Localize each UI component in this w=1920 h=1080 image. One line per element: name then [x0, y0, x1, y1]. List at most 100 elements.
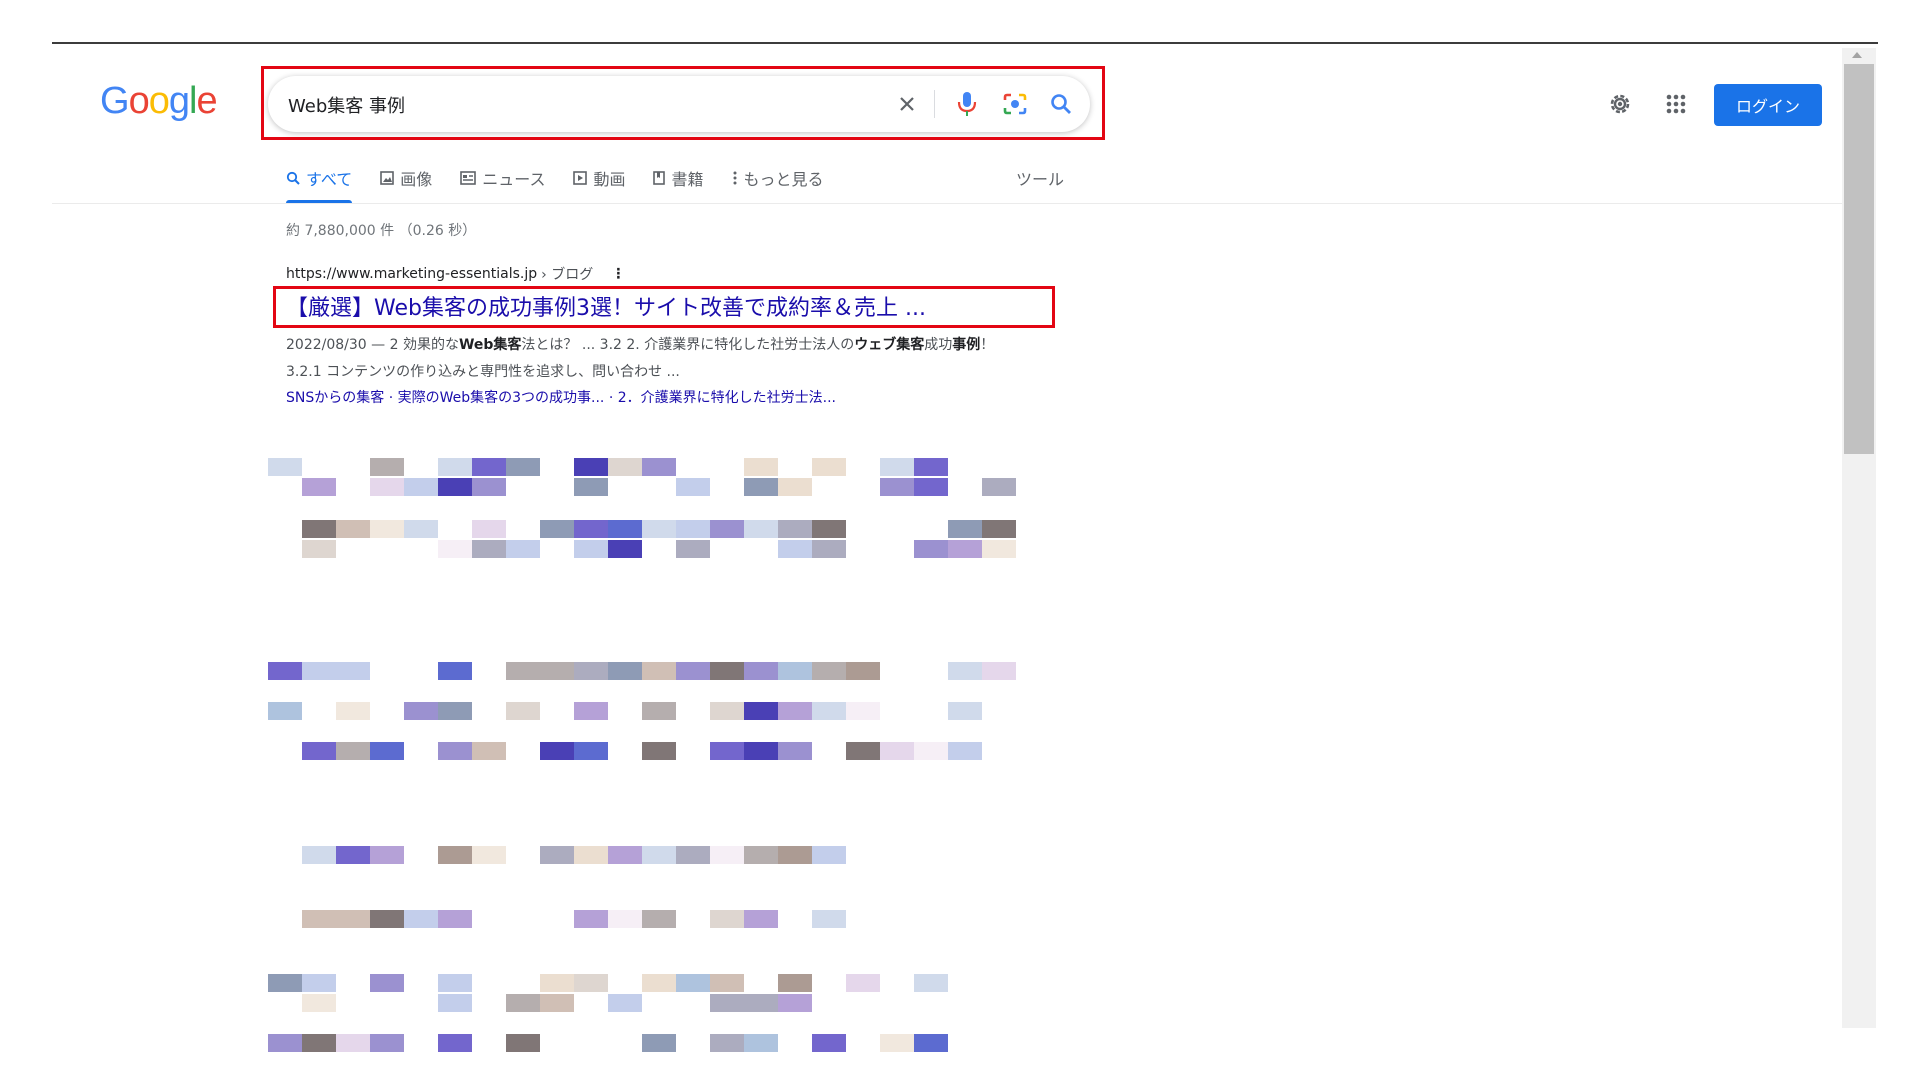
blurred-pixel — [540, 994, 574, 1012]
blurred-pixel — [302, 994, 336, 1012]
blurred-pixel — [438, 662, 472, 680]
blurred-pixel — [268, 458, 302, 476]
tab-images[interactable]: 画像 — [380, 164, 432, 192]
blurred-pixel — [710, 702, 744, 720]
blurred-pixel — [778, 540, 812, 558]
blurred-pixel — [336, 662, 370, 680]
window-top-border — [52, 42, 1878, 44]
blurred-pixel — [302, 662, 336, 680]
blurred-pixel — [472, 540, 506, 558]
blurred-pixel — [846, 478, 880, 496]
blurred-pixel — [778, 662, 812, 680]
blurred-pixel — [710, 846, 744, 864]
blurred-pixel — [642, 662, 676, 680]
blurred-pixel — [574, 974, 608, 992]
blurred-pixel — [914, 1034, 948, 1052]
blurred-pixel — [846, 742, 880, 760]
tab-videos[interactable]: 動画 — [573, 164, 625, 192]
blurred-pixel — [812, 910, 846, 928]
blurred-pixel — [404, 520, 438, 538]
blurred-pixel — [880, 1034, 914, 1052]
blurred-pixel — [438, 974, 472, 992]
blurred-pixel — [268, 662, 302, 680]
blurred-pixel — [948, 540, 982, 558]
blurred-pixel — [608, 662, 642, 680]
blurred-pixel — [812, 520, 846, 538]
blurred-pixel — [778, 702, 812, 720]
blurred-pixel — [574, 662, 608, 680]
blurred-pixel — [438, 1034, 472, 1052]
logo-letter: g — [168, 80, 190, 122]
gear-icon[interactable] — [1604, 88, 1636, 120]
result-menu-icon[interactable]: ⋮ — [611, 266, 625, 282]
logo-letter: e — [196, 80, 217, 122]
blurred-pixel — [268, 974, 302, 992]
blurred-pixel — [744, 458, 778, 476]
blurred-pixel — [778, 974, 812, 992]
blurred-pixel — [574, 702, 608, 720]
scroll-up-arrow[interactable] — [1852, 52, 1862, 58]
blurred-pixel — [574, 520, 608, 538]
blurred-pixel — [302, 846, 336, 864]
news-icon — [460, 171, 477, 185]
snippet-text: 法とは？ ... 3.2 2. 介護業界に特化した社労士法人の — [521, 337, 855, 353]
blurred-pixel — [948, 662, 982, 680]
blurred-pixel — [302, 1034, 336, 1052]
tab-books[interactable]: 書籍 — [653, 164, 704, 192]
blurred-pixel — [642, 1034, 676, 1052]
blurred-pixel — [744, 742, 778, 760]
blurred-pixel — [812, 1034, 846, 1052]
tab-news[interactable]: ニュース — [460, 164, 545, 192]
result-sitelinks[interactable]: SNSからの集客 · 実際のWeb集客の3つの成功事... · 2．介護業界に特… — [286, 386, 1006, 410]
blurred-pixel — [404, 478, 438, 496]
blurred-pixel — [370, 846, 404, 864]
snippet-keyword: 事例 — [952, 337, 981, 353]
blurred-pixel — [302, 702, 336, 720]
blurred-pixel — [744, 846, 778, 864]
blurred-pixel — [506, 662, 540, 680]
logo-letter: o — [128, 80, 150, 122]
blurred-pixel — [472, 1034, 506, 1052]
blurred-pixel — [744, 910, 778, 928]
blurred-pixel — [472, 846, 506, 864]
blurred-pixel — [676, 974, 710, 992]
blurred-pixel — [982, 662, 1016, 680]
blurred-pixel — [438, 540, 472, 558]
blurred-pixel — [744, 520, 778, 538]
blurred-pixel — [370, 458, 404, 476]
blurred-pixel — [404, 702, 438, 720]
blurred-pixel — [812, 540, 846, 558]
blurred-pixel — [438, 742, 472, 760]
blurred-pixel — [336, 520, 370, 538]
blurred-pixel — [744, 662, 778, 680]
blurred-pixel — [302, 520, 336, 538]
blurred-pixel — [370, 1034, 404, 1052]
blurred-pixel — [778, 994, 812, 1012]
logo-letter: G — [100, 80, 130, 122]
blurred-pixel — [948, 742, 982, 760]
blurred-pixel — [710, 994, 744, 1012]
blurred-pixel — [778, 478, 812, 496]
tools-button[interactable]: ツール — [1016, 164, 1064, 192]
blurred-pixel — [710, 742, 744, 760]
blurred-pixel — [336, 846, 370, 864]
blurred-pixel — [676, 846, 710, 864]
more-vert-icon — [732, 171, 738, 185]
blurred-pixel — [540, 974, 574, 992]
blurred-pixel — [472, 520, 506, 538]
blurred-pixel — [506, 458, 540, 476]
blurred-pixel — [982, 520, 1016, 538]
blurred-pixel — [914, 458, 948, 476]
tab-more[interactable]: もっと見る — [732, 164, 824, 192]
blurred-pixel — [982, 458, 1016, 476]
blurred-pixel — [574, 1034, 608, 1052]
login-button[interactable]: ログイン — [1714, 84, 1822, 126]
scrollbar-thumb[interactable] — [1844, 64, 1874, 454]
google-logo[interactable]: Google — [100, 80, 218, 123]
blurred-pixel — [438, 478, 472, 496]
tab-all[interactable]: すべて — [286, 164, 353, 203]
result-url[interactable]: https://www.marketing-essentials.jp › ブロ… — [286, 264, 1006, 284]
result-stats: 約 7,880,000 件 （0.26 秒） — [286, 223, 477, 239]
blurred-pixel — [540, 520, 574, 538]
apps-grid-icon[interactable] — [1660, 88, 1692, 120]
